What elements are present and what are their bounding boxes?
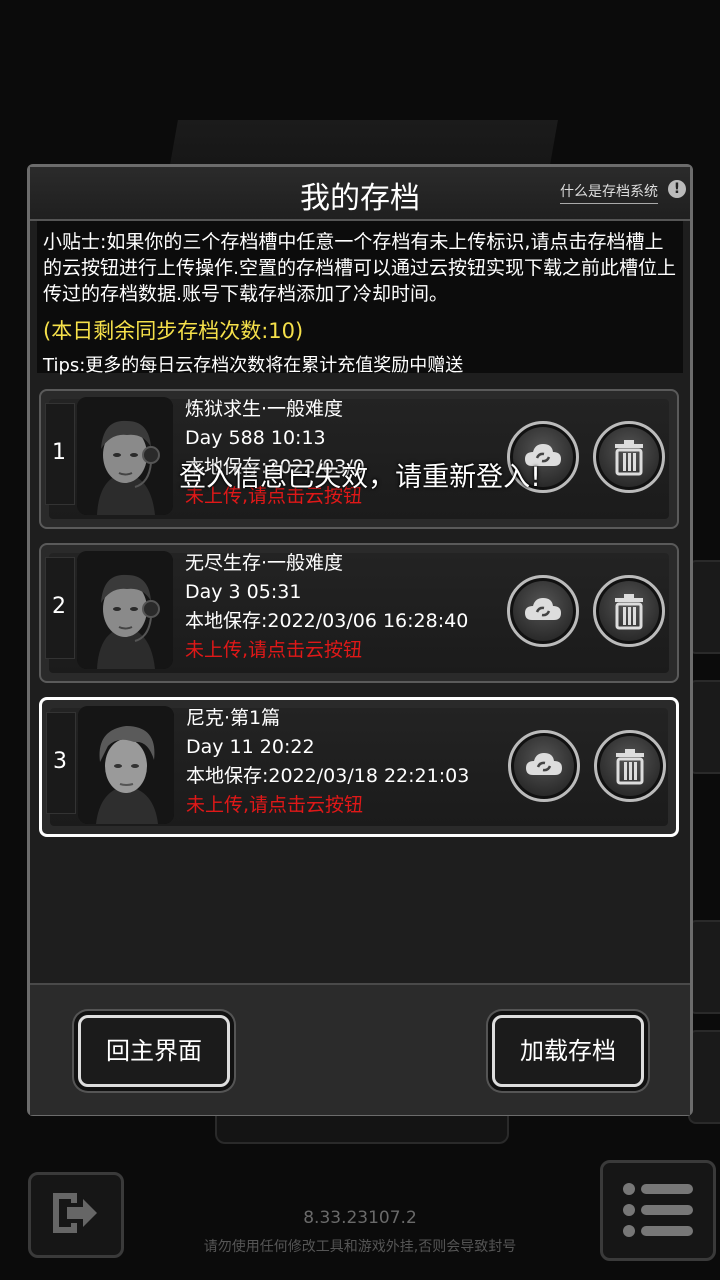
- slot-number: 2: [52, 594, 66, 619]
- survivor-avatar-icon: [77, 551, 173, 669]
- slot-upload-status: 未上传,请点击云按钮: [185, 639, 363, 661]
- character-portrait: [78, 706, 174, 824]
- tips-extra-text: Tips:更多的每日云存档次数将在累计充值奖励中赠送: [43, 355, 464, 376]
- slot-day: Day 588 10:13: [185, 427, 326, 449]
- save-dialog: 我的存档 什么是存档系统 ! 小贴士:如果你的三个存档槽中任意一个存档有未上传标…: [27, 164, 693, 1116]
- version-text: 8.33.23107.2: [303, 1208, 417, 1228]
- delete-save-button[interactable]: [594, 730, 666, 802]
- slot-local-save: 本地保存:2022/03/18 22:21:03: [186, 765, 470, 787]
- slot-mode: 无尽生存·一般难度: [185, 552, 344, 574]
- cloud-sync-icon: [526, 753, 562, 775]
- tips-panel: 小贴士:如果你的三个存档槽中任意一个存档有未上传标识,请点击存档槽上的云按钮进行…: [37, 221, 683, 376]
- dialog-footer: 回主界面 加载存档: [30, 983, 690, 1115]
- delete-save-button[interactable]: [593, 575, 665, 647]
- slot-mode: 尼克·第1篇: [186, 707, 281, 729]
- warning-text: 请勿使用任何修改工具和游戏外挂,否则会导致封号: [203, 1239, 517, 1255]
- slot-number: 3: [53, 749, 67, 774]
- nick-avatar-icon: [78, 706, 174, 824]
- character-portrait: [77, 551, 173, 669]
- load-save-button[interactable]: 加载存档: [492, 1015, 644, 1087]
- trash-icon: [616, 749, 644, 785]
- slot-mode: 炼狱求生·一般难度: [185, 398, 344, 420]
- cloud-sync-icon: [525, 598, 561, 620]
- slot-day: Day 3 05:31: [185, 581, 302, 603]
- help-link[interactable]: 什么是存档系统: [560, 181, 658, 204]
- save-slot-2[interactable]: 2 无尽生存·一般难度 Day 3 05:31 本地保存:2022/03/06 …: [39, 543, 679, 683]
- slot-upload-status: 未上传,请点击云按钮: [186, 794, 364, 816]
- slot-day: Day 11 20:22: [186, 736, 315, 758]
- home-button[interactable]: 回主界面: [78, 1015, 230, 1087]
- dialog-header: 我的存档 什么是存档系统 !: [30, 167, 690, 221]
- slot-info: 无尽生存·一般难度 Day 3 05:31 本地保存:2022/03/06 16…: [185, 549, 468, 665]
- cloud-upload-button[interactable]: [508, 730, 580, 802]
- cloud-upload-button[interactable]: [507, 575, 579, 647]
- tips-text: 小贴士:如果你的三个存档槽中任意一个存档有未上传标识,请点击存档槽上的云按钮进行…: [43, 231, 677, 305]
- save-slot-3[interactable]: 3 尼克·第1篇 Day 11 20:22 本地保存:2022/03/18 22…: [39, 697, 679, 837]
- slot-info: 尼克·第1篇 Day 11 20:22 本地保存:2022/03/18 22:2…: [186, 704, 469, 820]
- info-icon[interactable]: !: [668, 180, 686, 198]
- slot-local-save: 本地保存:2022/03/06 16:28:40: [185, 610, 469, 632]
- sync-count-text: (本日剩余同步存档次数:10): [43, 319, 304, 343]
- login-expired-toast: 登入信息已失效，请重新登入!: [179, 462, 541, 493]
- trash-icon: [615, 594, 643, 630]
